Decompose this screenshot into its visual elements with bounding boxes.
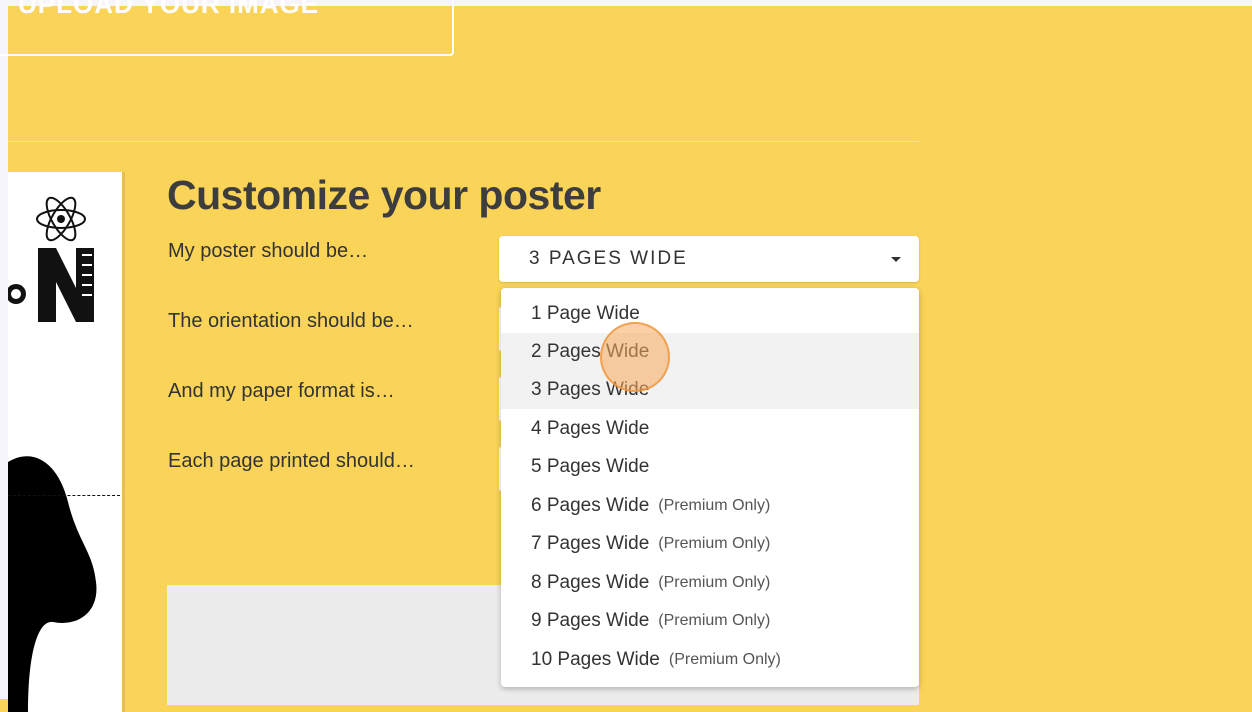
poster-size-value: 3 PAGES WIDE: [529, 248, 688, 269]
upload-image-button[interactable]: UPLOAD YOUR IMAGE: [0, 0, 454, 56]
premium-note: (Premium Only): [668, 651, 781, 668]
window-left-edge: [0, 0, 8, 699]
option-10-pages-wide[interactable]: 10 Pages Wide (Premium Only): [501, 641, 919, 679]
option-label: 10 Pages Wide: [531, 649, 660, 670]
upload-image-button-label: UPLOAD YOUR IMAGE: [18, 0, 320, 19]
section-divider: [8, 141, 919, 142]
option-label: 8 Pages Wide: [531, 572, 650, 593]
dropdown-caret-icon: [891, 257, 901, 262]
option-7-pages-wide[interactable]: 7 Pages Wide (Premium Only): [501, 525, 919, 563]
page-print-label: Each page printed should…: [168, 450, 415, 472]
option-6-pages-wide[interactable]: 6 Pages Wide (Premium Only): [501, 487, 919, 525]
premium-note: (Premium Only): [658, 574, 771, 591]
page-title: Customize your poster: [167, 172, 601, 218]
click-indicator: [600, 322, 670, 392]
poster-preview: [8, 172, 125, 712]
poster-size-dropdown[interactable]: 1 Page Wide 2 Pages Wide 3 Pages Wide 4 …: [501, 288, 919, 687]
option-2-pages-wide[interactable]: 2 Pages Wide: [501, 333, 919, 371]
letter-n-artwork: [8, 248, 94, 322]
poster-size-label: My poster should be…: [168, 240, 369, 262]
option-1-page-wide[interactable]: 1 Page Wide: [501, 295, 919, 333]
premium-note: (Premium Only): [658, 612, 771, 629]
option-label: 9 Pages Wide: [531, 610, 650, 631]
option-label: 7 Pages Wide: [531, 533, 650, 554]
page-cut-line: [8, 495, 122, 496]
option-3-pages-wide[interactable]: 3 Pages Wide: [501, 371, 919, 409]
option-4-pages-wide[interactable]: 4 Pages Wide: [501, 410, 919, 448]
option-label: 6 Pages Wide: [531, 495, 650, 516]
premium-note: (Premium Only): [658, 535, 771, 552]
atom-icon: [36, 196, 86, 242]
paper-format-label: And my paper format is…: [168, 380, 395, 402]
option-5-pages-wide[interactable]: 5 Pages Wide: [501, 448, 919, 486]
option-label: 1 Page Wide: [531, 303, 640, 324]
option-label: 4 Pages Wide: [531, 418, 650, 439]
option-9-pages-wide[interactable]: 9 Pages Wide (Premium Only): [501, 602, 919, 640]
figure-silhouette: [8, 456, 97, 712]
premium-note: (Premium Only): [658, 497, 771, 514]
poster-size-select[interactable]: 3 PAGES WIDE: [499, 236, 919, 282]
option-8-pages-wide[interactable]: 8 Pages Wide (Premium Only): [501, 564, 919, 602]
orientation-label: The orientation should be…: [168, 310, 414, 332]
option-label: 5 Pages Wide: [531, 456, 650, 477]
